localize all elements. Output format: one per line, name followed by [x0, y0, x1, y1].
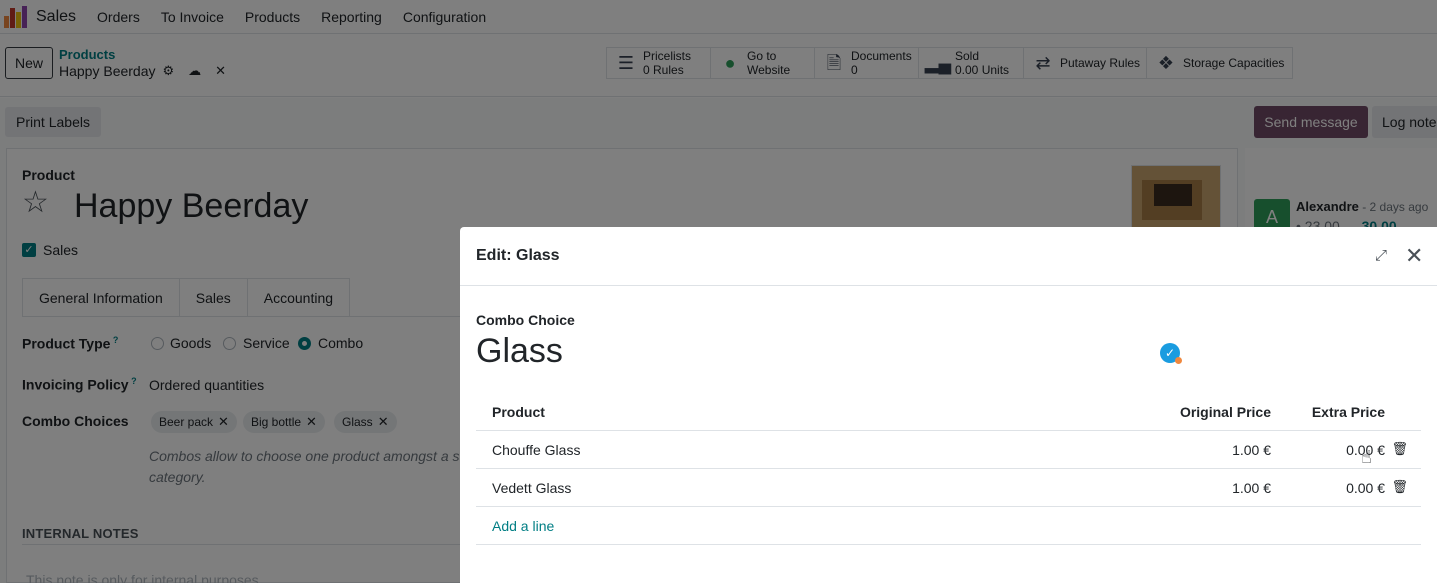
dialog-header-divider — [460, 285, 1437, 286]
column-extra-price[interactable]: Extra Price — [1312, 404, 1385, 420]
row-original-price: 1.00 € — [1232, 480, 1271, 496]
dialog-title: Edit: Glass — [476, 247, 560, 264]
combo-choice-name[interactable]: Glass — [476, 331, 563, 371]
table-row[interactable]: Chouffe Glass 1.00 € 0.00 € 🗑 — [476, 431, 1421, 469]
combo-choice-label: Combo Choice — [476, 312, 575, 328]
column-original-price[interactable]: Original Price — [1180, 404, 1271, 420]
row-extra-price[interactable]: 0.00 € — [1346, 480, 1385, 496]
row-product[interactable]: Vedett Glass — [492, 480, 571, 496]
save-status-icon: ✓ — [1160, 343, 1182, 364]
close-icon[interactable]: ✕ — [1405, 243, 1423, 269]
expand-icon[interactable]: ⤢ — [1375, 247, 1387, 264]
row-product[interactable]: Chouffe Glass — [492, 442, 580, 458]
trash-icon[interactable]: 🗑 — [1391, 441, 1408, 457]
combo-items-table: Product Original Price Extra Price Chouf… — [476, 393, 1421, 545]
add-line-row: Add a line — [476, 507, 1421, 545]
trash-icon[interactable]: 🗑 — [1391, 479, 1408, 495]
row-original-price: 1.00 € — [1232, 442, 1271, 458]
edit-dialog: Edit: Glass ⤢ ✕ Combo Choice Glass ✓ Pro… — [460, 227, 1437, 583]
column-product[interactable]: Product — [492, 404, 545, 420]
hand-cursor-icon: ☝ — [1361, 447, 1372, 467]
add-line-link[interactable]: Add a line — [492, 518, 554, 534]
table-row[interactable]: Vedett Glass 1.00 € 0.00 € 🗑 — [476, 469, 1421, 507]
table-header: Product Original Price Extra Price — [476, 393, 1421, 431]
